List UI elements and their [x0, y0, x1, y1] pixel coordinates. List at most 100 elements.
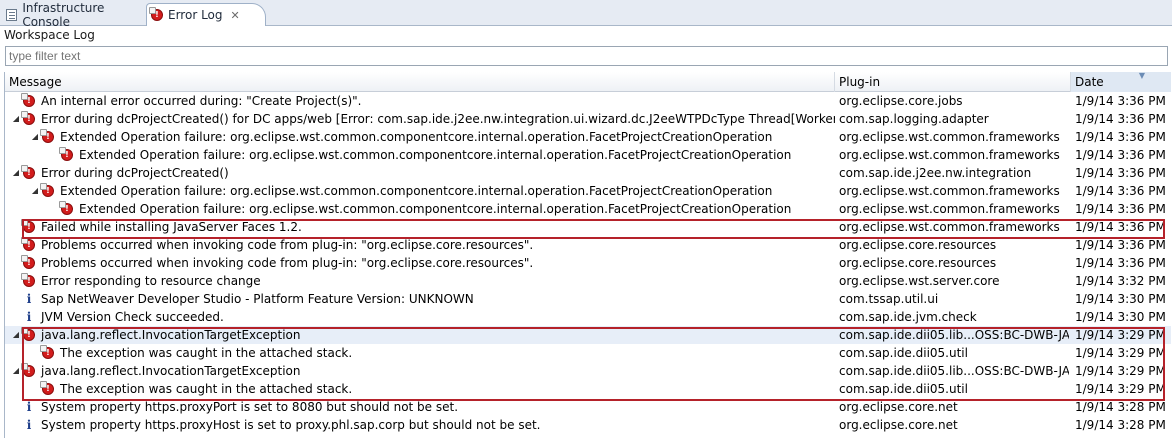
- message-text: Failed while installing JavaServer Faces…: [41, 220, 302, 234]
- date-cell: 1/9/14 3:30 PM: [1075, 292, 1166, 306]
- message-cell: ! Error responding to resource change: [5, 272, 835, 290]
- table-row[interactable]: ! Failed while installing JavaServer Face…: [5, 218, 1171, 236]
- error-icon: !: [21, 327, 35, 341]
- date-cell: 1/9/14 3:36 PM: [1075, 184, 1166, 198]
- table-row[interactable]: ! Problems occurred when invoking code fr…: [5, 236, 1171, 254]
- expand-twisty-icon[interactable]: ◢: [11, 164, 21, 182]
- view-title: Workspace Log: [4, 28, 95, 42]
- message-text: The exception was caught in the attached…: [60, 382, 353, 396]
- table-header: Message Plug-in Date ▼: [5, 72, 1171, 92]
- plugin-cell: org.eclipse.core.net: [839, 418, 958, 432]
- message-cell: ◢! Error during dcProjectCreated() for DC…: [5, 110, 835, 128]
- column-header-plugin[interactable]: Plug-in: [835, 72, 1071, 92]
- expand-twisty-icon[interactable]: ◢: [11, 110, 21, 128]
- error-icon: !: [40, 183, 54, 197]
- table-row[interactable]: ! The exception was caught in the attache…: [5, 380, 1171, 398]
- table-body: ! An internal error occurred during: "Cre…: [5, 92, 1171, 434]
- expand-twisty-icon[interactable]: ◢: [30, 182, 40, 200]
- message-content: ! Problems occurred when invoking code fr…: [11, 236, 533, 254]
- error-log-icon: !: [149, 7, 163, 21]
- error-icon: !: [40, 129, 54, 143]
- message-text: Extended Operation failure: org.eclipse.…: [79, 202, 792, 216]
- message-text: java.lang.reflect.InvocationTargetExcept…: [41, 328, 301, 342]
- message-content: ◢! java.lang.reflect.InvocationTargetExce…: [11, 326, 301, 344]
- plugin-cell: com.sap.ide.dii05.util: [839, 382, 968, 396]
- column-header-date[interactable]: Date ▼: [1071, 72, 1171, 92]
- message-text: java.lang.reflect.InvocationTargetExcept…: [41, 364, 301, 378]
- plugin-cell: org.eclipse.core.net: [839, 400, 958, 414]
- date-cell: 1/9/14 3:36 PM: [1075, 220, 1166, 234]
- plugin-cell: com.sap.ide.jvm.check: [839, 310, 977, 324]
- error-icon: !: [21, 255, 35, 269]
- tab-infrastructure-console[interactable]: Infrastructure Console: [2, 0, 147, 29]
- plugin-cell: com.tssap.util.ui: [839, 292, 939, 306]
- table-row[interactable]: ◢! java.lang.reflect.InvocationTargetExce…: [5, 362, 1171, 380]
- table-row[interactable]: i System property https.proxyPort is set …: [5, 398, 1171, 416]
- message-content: ! Extended Operation failure: org.eclipse…: [49, 200, 791, 218]
- plugin-cell: org.eclipse.wst.common.frameworks: [839, 184, 1060, 198]
- message-cell: ! Extended Operation failure: org.eclipse…: [5, 146, 835, 164]
- date-cell: 1/9/14 3:36 PM: [1075, 148, 1166, 162]
- expand-twisty-icon[interactable]: ◢: [11, 326, 21, 344]
- error-icon: !: [21, 165, 35, 179]
- error-icon: !: [21, 93, 35, 107]
- tab-error-log[interactable]: ! Error Log ✕: [146, 3, 266, 26]
- column-header-message[interactable]: Message: [5, 72, 835, 92]
- table-row[interactable]: i System property https.proxyHost is set …: [5, 416, 1171, 434]
- console-icon: [6, 8, 18, 21]
- table-row[interactable]: ◢! Error during dcProjectCreated() for DC…: [5, 110, 1171, 128]
- date-cell: 1/9/14 3:30 PM: [1075, 310, 1166, 324]
- plugin-cell: org.eclipse.wst.common.frameworks: [839, 130, 1060, 144]
- expand-twisty-icon[interactable]: ◢: [30, 128, 40, 146]
- date-cell: 1/9/14 3:36 PM: [1075, 130, 1166, 144]
- message-cell: i System property https.proxyHost is set …: [5, 416, 835, 434]
- table-row[interactable]: ! Error responding to resource change org.…: [5, 272, 1171, 290]
- tab-label: Error Log: [168, 8, 223, 22]
- table-row[interactable]: ! An internal error occurred during: "Cre…: [5, 92, 1171, 110]
- date-cell: 1/9/14 3:36 PM: [1075, 94, 1166, 108]
- filter-input[interactable]: [5, 46, 1168, 66]
- error-icon: !: [40, 345, 54, 359]
- message-cell: ! The exception was caught in the attache…: [5, 380, 835, 398]
- table-row[interactable]: ◢! Extended Operation failure: org.eclips…: [5, 128, 1171, 146]
- date-cell: 1/9/14 3:29 PM: [1075, 346, 1166, 360]
- error-icon: !: [40, 381, 54, 395]
- table-row[interactable]: i Sap NetWeaver Developer Studio - Platfo…: [5, 290, 1171, 308]
- message-text: Problems occurred when invoking code fro…: [41, 256, 534, 270]
- tab-label: Infrastructure Console: [22, 0, 105, 29]
- message-text: Problems occurred when invoking code fro…: [41, 238, 534, 252]
- table-row[interactable]: ◢! Error during dcProjectCreated() com.sap…: [5, 164, 1171, 182]
- message-content: ◢! Error during dcProjectCreated(): [11, 164, 229, 182]
- date-cell: 1/9/14 3:36 PM: [1075, 202, 1166, 216]
- plugin-cell: org.eclipse.core.jobs: [839, 94, 963, 108]
- message-content: ! Failed while installing JavaServer Face…: [11, 218, 302, 236]
- message-content: i Sap NetWeaver Developer Studio - Platfo…: [11, 290, 474, 308]
- message-text: Sap NetWeaver Developer Studio - Platfor…: [41, 292, 474, 306]
- message-content: ◢! Extended Operation failure: org.eclips…: [30, 182, 772, 200]
- message-cell: ◢! java.lang.reflect.InvocationTargetExce…: [5, 362, 835, 380]
- expand-twisty-icon[interactable]: ◢: [11, 362, 21, 380]
- table-row[interactable]: ! Problems occurred when invoking code fr…: [5, 254, 1171, 272]
- message-content: ! The exception was caught in the attache…: [30, 380, 352, 398]
- table-row[interactable]: ! The exception was caught in the attache…: [5, 344, 1171, 362]
- message-cell: i System property https.proxyPort is set …: [5, 398, 835, 416]
- table-row[interactable]: ! Extended Operation failure: org.eclipse…: [5, 146, 1171, 164]
- error-icon: !: [21, 219, 35, 233]
- table-row[interactable]: i JVM Version Check succeeded. com.sap.ide…: [5, 308, 1171, 326]
- table-row[interactable]: ◢! java.lang.reflect.InvocationTargetExce…: [5, 326, 1171, 344]
- message-content: ◢! Error during dcProjectCreated() for DC…: [11, 110, 835, 128]
- message-content: i System property https.proxyPort is set …: [11, 398, 458, 416]
- plugin-cell: org.eclipse.wst.common.frameworks: [839, 148, 1060, 162]
- error-icon: !: [21, 237, 35, 251]
- close-icon[interactable]: ✕: [231, 9, 240, 22]
- message-cell: ! Extended Operation failure: org.eclipse…: [5, 200, 835, 218]
- message-content: ! Error responding to resource change: [11, 272, 261, 290]
- message-cell: ◢! java.lang.reflect.InvocationTargetExce…: [5, 326, 835, 344]
- message-text: Extended Operation failure: org.eclipse.…: [60, 130, 773, 144]
- table-row[interactable]: ◢! Extended Operation failure: org.eclips…: [5, 182, 1171, 200]
- table-row[interactable]: ! Extended Operation failure: org.eclipse…: [5, 200, 1171, 218]
- info-icon: i: [26, 400, 32, 414]
- log-table: Message Plug-in Date ▼ ! An internal erro…: [4, 72, 1171, 438]
- view-tab-bar: Infrastructure Console ! Error Log ✕: [0, 0, 1172, 29]
- message-cell: ! The exception was caught in the attache…: [5, 344, 835, 362]
